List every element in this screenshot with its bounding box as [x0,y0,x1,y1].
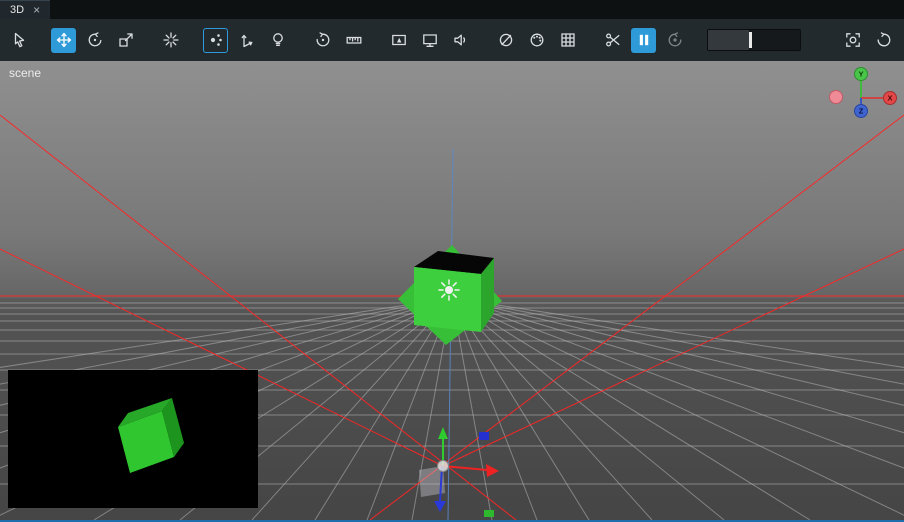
reset-icon [875,31,893,49]
grid-toggle-button[interactable] [555,28,580,53]
monitor-icon [421,31,439,49]
playback-speed-slider[interactable] [707,29,801,51]
orbit-icon [314,31,332,49]
viewport[interactable]: Y X Z scene [0,61,904,522]
eye-slash-icon [497,31,515,49]
viewport-canvas[interactable]: Y X Z [0,61,904,520]
scissors-icon [604,31,622,49]
select-tool-button[interactable] [6,28,31,53]
axis-x-label: X [887,94,892,103]
tab-close-icon[interactable]: × [33,4,40,16]
rotate-icon [86,31,104,49]
grid-icon [559,31,577,49]
starburst-icon [162,31,180,49]
orbit-camera-button[interactable] [310,28,335,53]
axis-y-label: Y [858,70,863,79]
tab-title: 3D [10,4,25,16]
toolbar [0,19,904,61]
pause-icon [639,34,648,46]
pointer-icon [10,31,28,49]
capture-screenshot-button[interactable] [840,28,865,53]
rotate-tool-button[interactable] [82,28,107,53]
loop-button[interactable] [662,28,687,53]
app-window: 3D × Y X Z scene [0,0,904,522]
preview-window [8,370,258,508]
scale-tool-button[interactable] [113,28,138,53]
camera-view-button[interactable] [386,28,411,53]
scale-icon [117,31,135,49]
scene-label: scene [9,66,42,80]
slider-handle[interactable] [749,32,753,48]
palette-icon [528,31,546,49]
move-arrows-icon [55,31,73,49]
monitor-view-button[interactable] [417,28,442,53]
materials-button[interactable] [524,28,549,53]
toolbar-right-group [840,28,898,53]
cut-tool-button[interactable] [600,28,625,53]
slider-fill [708,30,750,50]
move-tool-button[interactable] [51,27,76,53]
vertex-snap-toggle[interactable] [203,27,228,53]
gizmo-center[interactable] [437,460,449,472]
orientation-gizmo[interactable]: Y X Z [829,67,897,118]
axis-negative-ball[interactable] [829,90,843,104]
speaker-icon [452,31,470,49]
audio-button[interactable] [448,28,473,53]
capture-icon [844,31,862,49]
ruler-button[interactable] [341,28,366,53]
dots-icon [210,34,222,46]
gizmo-blue-handle[interactable] [479,432,489,440]
tab-bar: 3D × [0,0,904,19]
axis-z-label: Z [859,107,864,116]
camera-monitor-icon [390,31,408,49]
lightbulb-icon [269,31,287,49]
pause-button[interactable] [631,27,656,53]
gizmo-green-handle[interactable] [484,510,494,517]
axis-arrow-icon [238,31,256,49]
center-pivot-button[interactable] [158,28,183,53]
axis-gizmo-toggle[interactable] [234,28,259,53]
loop-icon [666,31,684,49]
light-gizmo[interactable] [438,279,460,301]
hide-objects-button[interactable] [493,28,518,53]
reset-camera-button[interactable] [871,28,896,53]
light-toggle-button[interactable] [265,28,290,53]
ruler-icon [345,31,363,49]
tab-3d[interactable]: 3D × [0,0,51,19]
